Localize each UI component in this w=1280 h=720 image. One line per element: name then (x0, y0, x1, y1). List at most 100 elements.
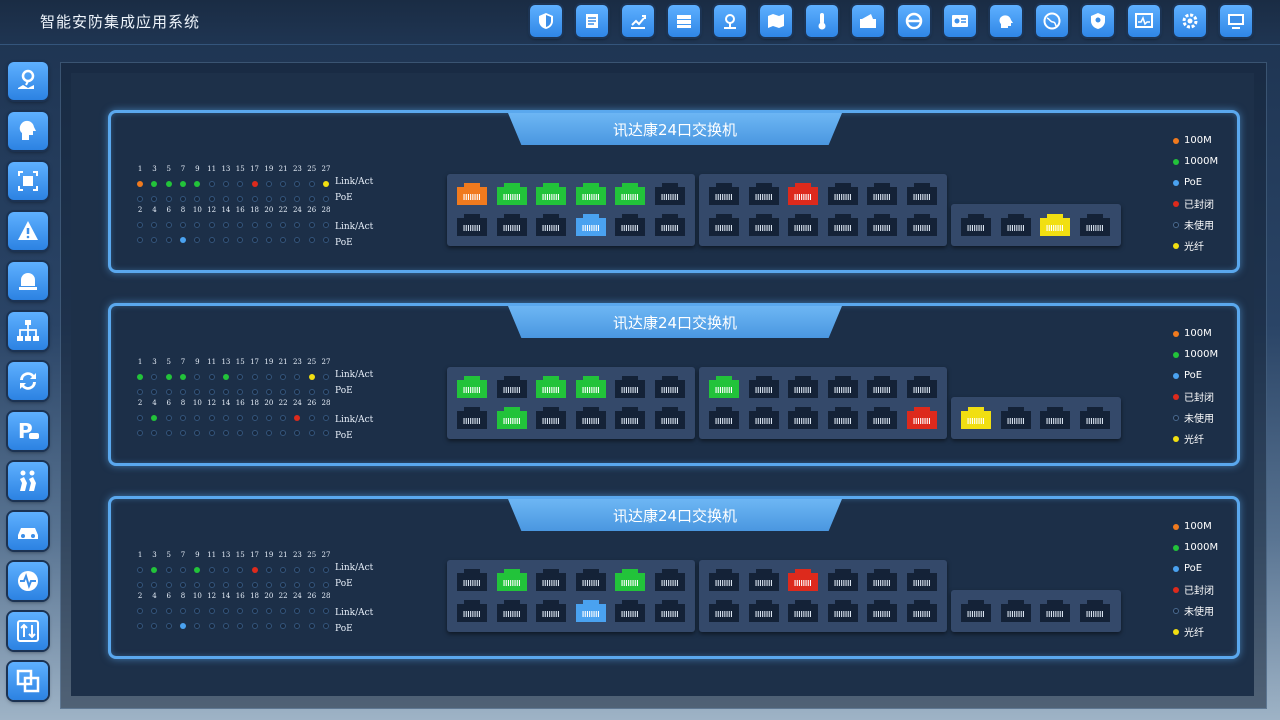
ethernet-port[interactable] (613, 212, 647, 238)
ethernet-port[interactable] (1038, 405, 1072, 431)
ethernet-port[interactable] (905, 181, 939, 207)
map-button[interactable] (760, 5, 792, 37)
ethernet-port[interactable] (747, 374, 781, 400)
ethernet-port[interactable] (455, 598, 489, 624)
ethernet-port[interactable] (707, 212, 741, 238)
id-card-button[interactable] (944, 5, 976, 37)
ethernet-port[interactable] (826, 405, 860, 431)
ethernet-port[interactable] (574, 181, 608, 207)
ethernet-port[interactable] (865, 567, 899, 593)
ethernet-port[interactable] (455, 212, 489, 238)
sidebar-item-layers[interactable] (8, 662, 48, 700)
ethernet-port[interactable] (1078, 598, 1112, 624)
ethernet-port[interactable] (495, 598, 529, 624)
ethernet-port[interactable] (1038, 212, 1072, 238)
ethernet-port[interactable] (786, 405, 820, 431)
ethernet-port[interactable] (534, 181, 568, 207)
ethernet-port[interactable] (747, 405, 781, 431)
server-button[interactable] (668, 5, 700, 37)
sidebar-item-parking[interactable]: P (8, 412, 48, 450)
ethernet-port[interactable] (959, 405, 993, 431)
ethernet-port[interactable] (999, 405, 1033, 431)
ethernet-port[interactable] (826, 374, 860, 400)
ethernet-port[interactable] (495, 567, 529, 593)
gear-button[interactable] (1174, 5, 1206, 37)
ethernet-port[interactable] (495, 374, 529, 400)
ethernet-port[interactable] (653, 598, 687, 624)
ethernet-port[interactable] (574, 598, 608, 624)
ethernet-port[interactable] (707, 374, 741, 400)
sidebar-item-refresh[interactable] (8, 362, 48, 400)
ethernet-port[interactable] (865, 374, 899, 400)
ethernet-port[interactable] (959, 212, 993, 238)
ethernet-port[interactable] (1078, 405, 1112, 431)
ethernet-port[interactable] (865, 212, 899, 238)
browser-button[interactable] (898, 5, 930, 37)
ethernet-port[interactable] (534, 405, 568, 431)
ethernet-port[interactable] (455, 405, 489, 431)
ethernet-port[interactable] (1078, 212, 1112, 238)
ethernet-port[interactable] (959, 598, 993, 624)
ethernet-port[interactable] (826, 181, 860, 207)
ethernet-port[interactable] (613, 181, 647, 207)
shield-location-button[interactable] (1082, 5, 1114, 37)
ethernet-port[interactable] (534, 598, 568, 624)
ethernet-port[interactable] (826, 567, 860, 593)
ethernet-port[interactable] (574, 374, 608, 400)
ethernet-port[interactable] (826, 598, 860, 624)
document-button[interactable] (576, 5, 608, 37)
ethernet-port[interactable] (574, 405, 608, 431)
ethernet-port[interactable] (865, 405, 899, 431)
ethernet-port[interactable] (653, 212, 687, 238)
ethernet-port[interactable] (905, 374, 939, 400)
ethernet-port[interactable] (574, 212, 608, 238)
sidebar-item-pulse[interactable] (8, 562, 48, 600)
ethernet-port[interactable] (613, 374, 647, 400)
sidebar-item-alarm-bell[interactable] (8, 262, 48, 300)
ethernet-port[interactable] (707, 598, 741, 624)
location-button[interactable] (714, 5, 746, 37)
ethernet-port[interactable] (495, 405, 529, 431)
ethernet-port[interactable] (534, 374, 568, 400)
sidebar-item-face[interactable] (8, 112, 48, 150)
ethernet-port[interactable] (865, 181, 899, 207)
ethernet-port[interactable] (455, 374, 489, 400)
ethernet-port[interactable] (865, 598, 899, 624)
card-button[interactable] (852, 5, 884, 37)
chart-button[interactable] (622, 5, 654, 37)
ethernet-port[interactable] (653, 181, 687, 207)
ethernet-port[interactable] (613, 405, 647, 431)
sidebar-item-swap[interactable] (8, 612, 48, 650)
ethernet-port[interactable] (786, 598, 820, 624)
desktop-button[interactable] (1220, 5, 1252, 37)
ethernet-port[interactable] (905, 598, 939, 624)
ethernet-port[interactable] (613, 598, 647, 624)
ethernet-port[interactable] (1038, 598, 1072, 624)
head-button[interactable] (990, 5, 1022, 37)
ethernet-port[interactable] (613, 567, 647, 593)
ethernet-port[interactable] (534, 212, 568, 238)
ethernet-port[interactable] (534, 567, 568, 593)
ethernet-port[interactable] (747, 212, 781, 238)
ethernet-port[interactable] (999, 212, 1033, 238)
ethernet-port[interactable] (905, 212, 939, 238)
sidebar-item-alert[interactable] (8, 212, 48, 250)
monitor-pulse-button[interactable] (1128, 5, 1160, 37)
shield-button[interactable] (530, 5, 562, 37)
ethernet-port[interactable] (707, 181, 741, 207)
ethernet-port[interactable] (905, 405, 939, 431)
ethernet-port[interactable] (653, 405, 687, 431)
sidebar-item-car[interactable] (8, 512, 48, 550)
sidebar-item-scanner[interactable] (8, 162, 48, 200)
thermometer-button[interactable] (806, 5, 838, 37)
ethernet-port[interactable] (455, 181, 489, 207)
ethernet-port[interactable] (495, 212, 529, 238)
ethernet-port[interactable] (653, 567, 687, 593)
ethernet-port[interactable] (707, 405, 741, 431)
ethernet-port[interactable] (905, 567, 939, 593)
ethernet-port[interactable] (574, 567, 608, 593)
ethernet-port[interactable] (826, 212, 860, 238)
ethernet-port[interactable] (707, 567, 741, 593)
globe-button[interactable] (1036, 5, 1068, 37)
sidebar-item-org-chart[interactable] (8, 312, 48, 350)
